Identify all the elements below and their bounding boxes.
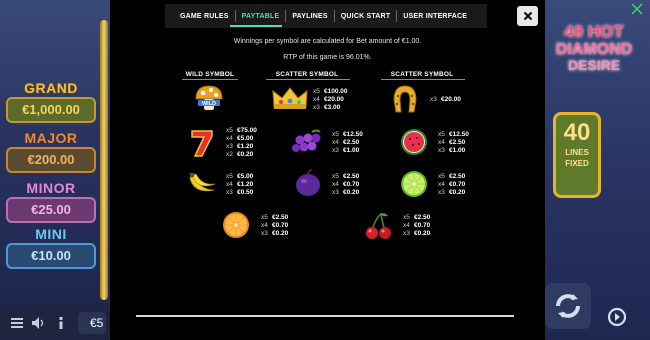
lime-paytable: x5 €2.50 x4 €0.70 x3 €0.20	[438, 173, 466, 196]
column-divider	[266, 79, 350, 80]
info-icon[interactable]	[54, 316, 68, 330]
rtp-note: RTP of this game is 96.01%.	[283, 54, 372, 61]
jackpot-amount: €200.00	[6, 147, 96, 173]
lines-fixed-badge: 40 LINES FIXED	[553, 112, 601, 198]
lines-fixed-label: FIXED	[565, 159, 589, 168]
bet-amount[interactable]: €5	[78, 312, 106, 334]
lines-number: 40	[563, 119, 591, 146]
autoplay-icon	[607, 307, 627, 327]
jackpot-minor: MINOR €25.00	[6, 180, 96, 223]
banana-icon	[186, 170, 218, 198]
tab-quick-start[interactable]: QUICK START	[335, 13, 397, 20]
jackpot-amount: €10.00	[6, 243, 96, 269]
jackpot-name: MINI	[35, 226, 67, 242]
lines-label: LINES	[565, 148, 589, 157]
banana-paytable: x5 €5.00 x4 €1.20 x3 €0.50	[226, 173, 254, 196]
mushroom-wild-icon: WILD	[192, 83, 226, 113]
close-icon	[523, 11, 532, 21]
jackpot-name: MINOR	[26, 180, 76, 196]
help-tab-bar: GAME RULES PAYTABLE PAYLINES QUICK START…	[165, 4, 487, 28]
jackpot-grand: GRAND €1,000.00	[6, 80, 96, 123]
horseshoe-paytable: x3 €20.00	[430, 96, 461, 103]
watermelon-icon	[398, 127, 430, 157]
lime-icon	[398, 169, 430, 199]
close-button[interactable]	[517, 6, 538, 26]
reel-frame-pole	[100, 20, 108, 300]
active-tab-indicator	[230, 25, 282, 27]
tab-user-interface[interactable]: USER INTERFACE	[397, 13, 473, 20]
svg-text:WILD: WILD	[202, 101, 216, 107]
column-divider	[381, 79, 465, 80]
grapes-icon	[290, 128, 324, 156]
spin-icon	[556, 294, 580, 318]
jackpot-name: GRAND	[24, 80, 78, 96]
tab-paylines[interactable]: PAYLINES	[286, 13, 333, 20]
game-logo: 40 HOT DIAMOND DESIRE	[548, 22, 640, 73]
wild-column-title: WILD SYMBOL	[185, 71, 235, 78]
cherry-icon	[362, 211, 394, 241]
jackpot-name: MAJOR	[24, 130, 78, 146]
horseshoe-scatter-icon	[387, 82, 423, 116]
jackpot-amount: €25.00	[6, 197, 96, 223]
crown-paytable: x5 €100.00 x4 €20.00 x3 €3.00	[313, 88, 348, 111]
cherry-paytable: x5 €2.50 x4 €0.70 x3 €0.20	[403, 214, 431, 237]
horizontal-scrollbar[interactable]	[136, 315, 514, 317]
autoplay-button[interactable]	[605, 305, 629, 329]
plum-paytable: x5 €2.50 x4 €0.70 x3 €0.20	[332, 173, 360, 196]
scatter-column-title: SCATTER SYMBOL	[275, 71, 339, 78]
menu-icon[interactable]	[10, 316, 24, 330]
close-icon-green[interactable]	[630, 2, 648, 20]
watermelon-paytable: x5 €12.50 x4 €2.50 x3 €1.00	[438, 131, 469, 154]
orange-paytable: x5 €2.50 x4 €0.70 x3 €0.20	[261, 214, 289, 237]
plum-icon	[292, 168, 324, 198]
jackpot-amount: €1,000.00	[6, 97, 96, 123]
scatter-column-title-2: SCATTER SYMBOL	[390, 71, 454, 78]
column-divider	[182, 79, 238, 80]
tab-game-rules[interactable]: GAME RULES	[174, 13, 235, 20]
seven-paytable: x5 €75.00 x4 €5.00 x3 €1.20 x2 €0.20	[226, 127, 257, 158]
jackpot-major: MAJOR €200.00	[6, 130, 96, 173]
grapes-paytable: x5 €12.50 x4 €2.50 x3 €1.00	[332, 131, 363, 154]
tab-paytable[interactable]: PAYTABLE	[236, 13, 286, 20]
spin-button[interactable]	[545, 283, 591, 329]
bet-note: Winnings per symbol are calculated for B…	[233, 38, 422, 45]
logo-line: DIAMOND	[555, 41, 633, 58]
crown-scatter-icon	[270, 85, 310, 111]
logo-line: 40 HOT	[564, 22, 624, 41]
orange-icon	[220, 210, 252, 240]
seven-icon	[188, 128, 216, 158]
sound-icon[interactable]	[32, 316, 46, 330]
jackpot-mini: MINI €10.00	[6, 226, 96, 269]
logo-line: DESIRE	[567, 57, 621, 73]
paytable-panel	[110, 0, 545, 340]
